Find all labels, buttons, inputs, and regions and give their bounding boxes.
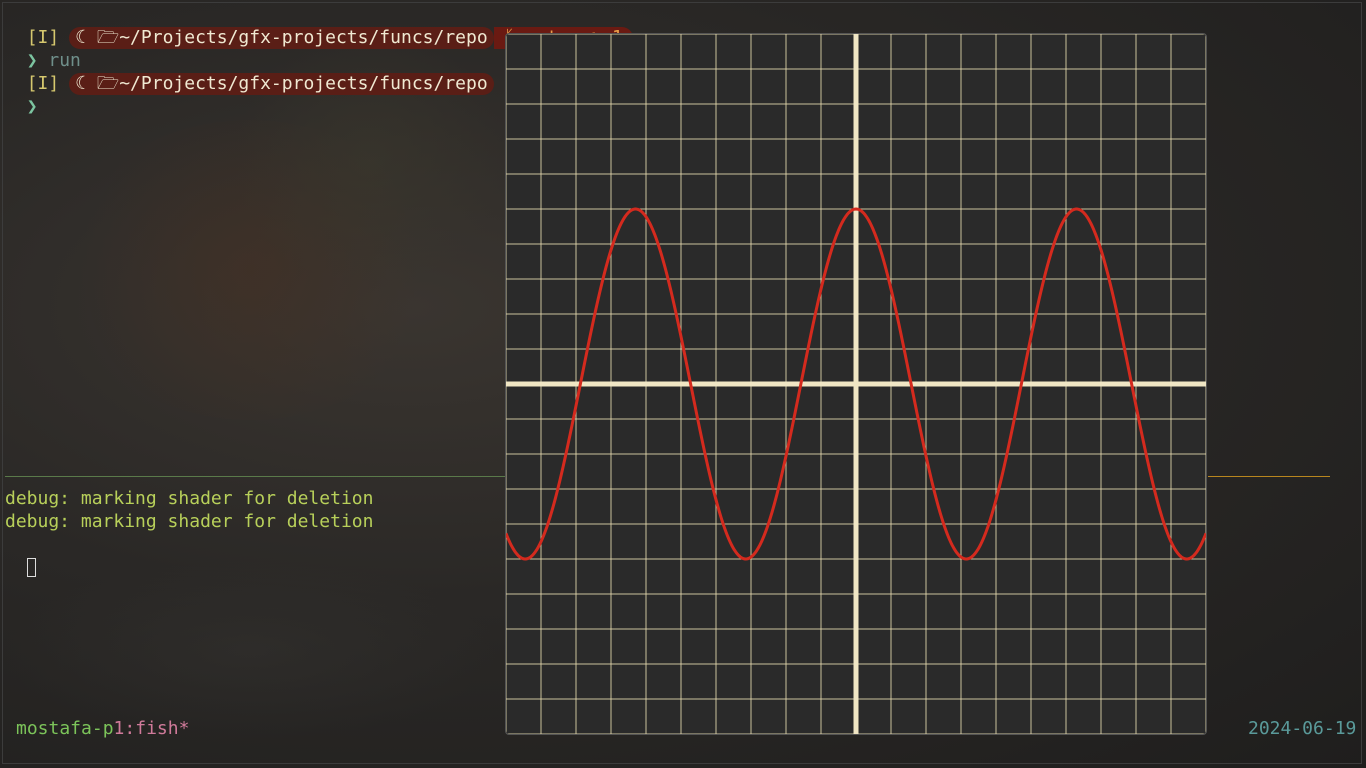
crescent-moon-icon: ☾ (75, 73, 87, 94)
folder-icon: 🗁 (96, 73, 120, 94)
tmux-status-left: mostafa-p1:fish* (16, 718, 189, 740)
command-line: ❯ run (5, 28, 81, 71)
folder-icon: 🗁 (96, 27, 120, 48)
terminal-cursor-line[interactable] (5, 534, 36, 577)
debug-output-line: debug: marking shader for deletion (5, 511, 374, 532)
status-hostname: mostafa-p (16, 718, 114, 739)
status-date: 2024-06-19 (1248, 718, 1357, 739)
prompt-path-segment: ☾ 🗁~/Projects/gfx-projects/funcs/repo (69, 27, 494, 49)
prompt-line: [I] ☾ 🗁~/Projects/gfx-projects/funcs/repo (5, 51, 494, 95)
command-line[interactable]: ❯ (5, 74, 38, 117)
function-plot (506, 34, 1206, 734)
prompt-path: ~/Projects/gfx-projects/funcs/repo (119, 73, 488, 94)
pane-divider (5, 476, 505, 477)
prompt-chevron: ❯ (26, 96, 38, 117)
status-window-name[interactable]: :fish* (124, 718, 189, 739)
prompt-line: [I] ☾ 🗁~/Projects/gfx-projects/funcs/repo… (5, 5, 633, 49)
plot-window[interactable] (505, 33, 1207, 735)
debug-output-line: debug: marking shader for deletion (5, 488, 374, 509)
status-window-index: 1 (113, 718, 125, 739)
prompt-path-segment: ☾ 🗁~/Projects/gfx-projects/funcs/repo (69, 73, 494, 95)
prompt-path: ~/Projects/gfx-projects/funcs/repo (119, 27, 488, 48)
terminal-cursor[interactable] (26, 557, 36, 577)
pane-divider (1208, 476, 1330, 477)
